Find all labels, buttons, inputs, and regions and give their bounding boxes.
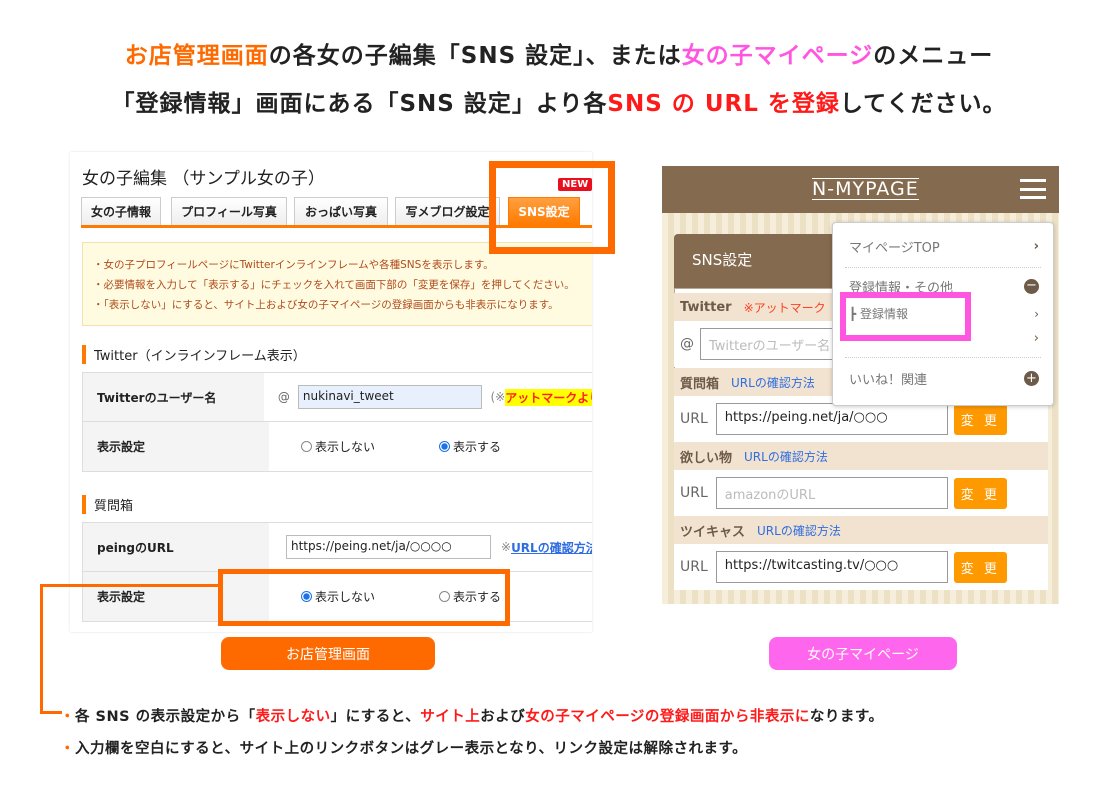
headline-line-2: 「登録情報」画面にある「SNS 設定」より各SNS の URL を登録してくださ… <box>0 84 1118 118</box>
twitter-note: ※アットマーク <box>743 300 826 315</box>
at-sign: @ <box>680 336 694 352</box>
hl-text: の各女の子編集「SNS 設定」、または <box>268 43 682 69</box>
radio-show[interactable]: 表示する <box>439 438 501 455</box>
hamburger-menu-icon[interactable] <box>1020 179 1046 199</box>
twitter-row: Twitterのユーザー名 @ nukinavi_tweet (※ アットマークより <box>82 372 592 422</box>
peing-url-input[interactable]: https://peing.net/ja/○○○○ <box>286 535 491 559</box>
info-box: ・女の子プロフィールページにTwitterインラインフレームや各種SNSを表示し… <box>82 242 592 326</box>
twitter-section-title: Twitter（インラインフレーム表示） <box>82 345 306 364</box>
info-line: ・必要情報を入力して「表示する」にチェックを入れて画面下部の「変更を保存」を押し… <box>93 279 575 291</box>
twitter-note: アットマークより <box>505 388 592 406</box>
section-name: 質問箱 <box>680 376 720 392</box>
page-title: 女の子編集 （サンプル女の子） <box>82 169 325 189</box>
chevron-right-icon: › <box>1033 331 1039 346</box>
note-text: および <box>480 709 526 725</box>
menu-label: いいね！関連 <box>849 373 928 388</box>
connector-line <box>40 584 220 587</box>
menu-label: マイページTOP <box>849 241 940 256</box>
chevron-right-icon: › <box>1033 239 1039 254</box>
twitter-display-row: 表示設定 表示しない 表示する <box>82 422 592 472</box>
radio-icon <box>439 441 450 452</box>
change-button[interactable]: 変 更 <box>953 403 1007 435</box>
hl-admin: お店管理画面 <box>124 43 269 69</box>
note-text: なります。 <box>809 709 884 725</box>
note-1: ・各 SNS の表示設定から「表示しない」にすると、サイト上および女の子マイペー… <box>60 705 883 726</box>
radio-icon <box>301 441 312 452</box>
connector-line <box>40 584 43 714</box>
mypage-caption: 女の子マイページ <box>769 637 957 670</box>
twitter-username-input[interactable]: nukinavi_tweet <box>297 385 483 409</box>
chevron-right-icon: › <box>1034 306 1039 321</box>
url-row: URL https://twitcasting.tv/○○○ 変 更 <box>674 544 1048 590</box>
url-input[interactable]: https://peing.net/ja/○○○ <box>715 403 948 435</box>
section-name: Twitter <box>680 299 732 315</box>
minus-circle-icon: − <box>1024 279 1039 294</box>
url-input[interactable]: amazonのURL <box>715 477 948 509</box>
section-name: ツイキャス <box>680 524 746 540</box>
radio-hide[interactable]: 表示しない <box>301 438 439 455</box>
highlight-sns-tab <box>489 161 615 254</box>
peing-label: peingのURL <box>83 523 269 571</box>
url-label: URL <box>680 411 708 427</box>
tab-girl-info[interactable]: 女の子情報 <box>81 197 161 225</box>
plus-circle-icon: + <box>1024 371 1039 386</box>
note-text: 」にすると、 <box>330 709 421 725</box>
hl-red: SNS の URL を登録 <box>607 91 840 117</box>
url-label: URL <box>680 485 708 501</box>
url-help-link[interactable]: URLの確認方法 <box>731 374 815 391</box>
url-label: URL <box>680 559 708 575</box>
note-prefix: (※ <box>490 390 506 404</box>
qa-section-title: 質問箱 <box>82 495 133 514</box>
url-help-link[interactable]: URLの確認方法 <box>511 539 592 556</box>
tab-photo[interactable]: おっぱい写真 <box>294 197 388 225</box>
menu-item-likes[interactable]: いいね！関連 + <box>849 369 1039 388</box>
note-2: ・入力欄を空白にすると、サイト上のリンクボタンはグレー表示となり、リンク設定は解… <box>60 741 748 757</box>
change-button[interactable]: 変 更 <box>953 477 1007 509</box>
note-text: ・各 SNS の表示設定から「 <box>60 709 256 725</box>
mypage-logo: N-MYPAGE <box>812 178 919 200</box>
note-red: 表示しない <box>255 709 331 725</box>
hl-text: のメニュー <box>873 43 994 69</box>
headline-line-1: お店管理画面の各女の子編集「SNS 設定」、または女の子マイページのメニュー <box>0 36 1118 70</box>
url-help-link[interactable]: URLの確認方法 <box>744 448 828 465</box>
note-red: サイト上 <box>420 709 481 725</box>
note-red: 女の子マイページの登録画面から非表示に <box>525 709 810 725</box>
tab-blog[interactable]: 写メブログ設定 <box>395 197 500 225</box>
sns-section: ツイキャス URLの確認方法 <box>674 516 1048 544</box>
sns-section: 欲しい物 URLの確認方法 <box>674 442 1048 470</box>
change-button[interactable]: 変 更 <box>953 551 1007 583</box>
info-line: ・女の子プロフィールページにTwitterインラインフレームや各種SNSを表示し… <box>93 259 494 271</box>
info-line: ・「表示しない」にすると、サイト上および女の子マイページの登録画面からも非表示に… <box>93 299 559 311</box>
note-prefix: ※ <box>501 540 512 554</box>
display-label: 表示設定 <box>83 422 269 471</box>
radio-label: 表示しない <box>315 440 376 454</box>
at-sign: @ <box>277 390 290 404</box>
peing-row: peingのURL https://peing.net/ja/○○○○ ※ URLの確… <box>82 522 592 572</box>
tab-profile-photo[interactable]: プロフィール写真 <box>171 197 287 225</box>
highlight-display-setting <box>218 569 510 626</box>
hl-mypage: 女の子マイページ <box>681 43 874 69</box>
radio-label: 表示する <box>453 440 502 454</box>
twitter-label: Twitterのユーザー名 <box>83 373 264 421</box>
connector-line <box>40 711 62 714</box>
highlight-registration <box>840 292 971 341</box>
hl-text: 「登録情報」画面にある「SNS 設定」より各 <box>111 91 608 117</box>
section-name: 欲しい物 <box>680 450 733 466</box>
url-help-link[interactable]: URLの確認方法 <box>757 522 841 539</box>
admin-caption: お店管理画面 <box>221 637 435 670</box>
url-input[interactable]: https://twitcasting.tv/○○○ <box>715 551 948 583</box>
url-row: URL amazonのURL 変 更 <box>674 470 1048 516</box>
hl-text: してください。 <box>839 91 1007 117</box>
menu-item-mypage-top[interactable]: マイページTOP › <box>849 237 1039 256</box>
